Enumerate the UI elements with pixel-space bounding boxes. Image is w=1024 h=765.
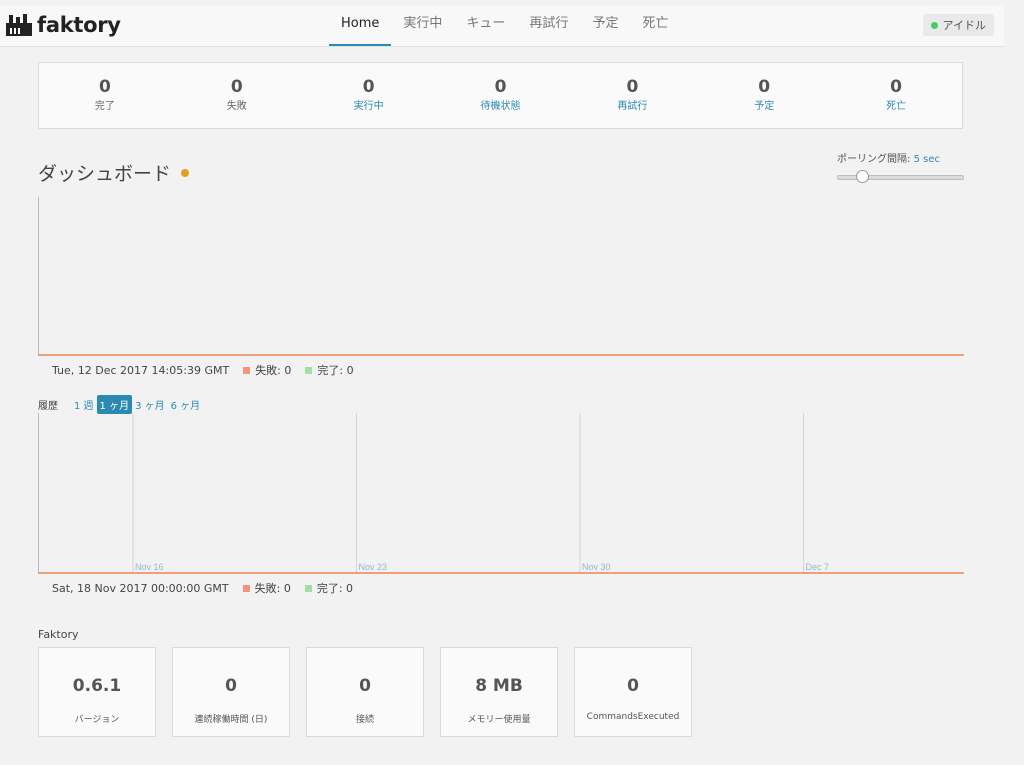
realtime-timestamp: Tue, 12 Dec 2017 14:05:39 GMT <box>52 363 230 377</box>
poll-interval-value: 5 sec <box>913 154 940 165</box>
summary-count: 0 <box>99 77 111 97</box>
history-timestamp: Sat, 18 Nov 2017 00:00:00 GMT <box>52 581 229 595</box>
stat-label: 接続 <box>355 715 374 725</box>
stat-label: CommandsExecuted <box>586 712 680 722</box>
summary-label[interactable]: 実行中 <box>303 100 435 113</box>
summary-label: 失敗 <box>226 101 247 112</box>
range-3-months-button[interactable]: 3 ヶ月 <box>132 395 168 414</box>
summary-count: 0 <box>494 77 507 97</box>
poll-interval: ポーリング間隔: 5 sec <box>837 150 965 185</box>
range-1-month-button[interactable]: 1 ヶ月 <box>96 395 133 414</box>
summary-failed: 0 失敗 <box>171 63 303 128</box>
status-dot-icon <box>930 21 938 29</box>
stat-version: 0.6.1 バージョン <box>38 647 156 737</box>
x-tick-label: Dec 7 <box>806 562 830 572</box>
status-text: アイドル <box>942 19 986 32</box>
realtime-processed: 完了: 0 <box>317 364 354 377</box>
x-tick-label: Nov 16 <box>135 562 164 572</box>
brand-home-link[interactable]: faktory <box>6 13 121 37</box>
summary-count: 0 <box>890 77 902 97</box>
stat-label: バージョン <box>74 715 120 725</box>
summary-scheduled[interactable]: 0 予定 <box>698 63 830 128</box>
summary-enqueued[interactable]: 0 待機状態 <box>435 63 567 128</box>
brand-name: faktory <box>37 13 121 37</box>
summary-count: 0 <box>758 77 771 97</box>
nav-busy[interactable]: 実行中 <box>391 5 454 46</box>
faktory-stats: 0.6.1 バージョン 0 連続稼働時間 (日) 0 接続 8 MB メモリー使… <box>38 647 708 737</box>
stat-commands: 0 CommandsExecuted <box>574 647 692 737</box>
stat-memory: 8 MB メモリー使用量 <box>440 647 558 737</box>
beacon-dot-icon <box>181 168 190 177</box>
summary-processed: 0 完了 <box>39 63 171 128</box>
summary-label[interactable]: 死亡 <box>830 100 962 113</box>
nav-home[interactable]: Home <box>329 5 392 46</box>
summary-label[interactable]: 待機状態 <box>435 100 567 113</box>
nav-dead[interactable]: 死亡 <box>630 5 680 46</box>
factory-logo-icon <box>6 14 32 36</box>
x-tick-label: Nov 23 <box>359 562 388 572</box>
range-6-months-button[interactable]: 6 ヶ月 <box>168 395 204 414</box>
main-nav: Home 実行中 キュー 再試行 予定 死亡 <box>329 5 680 46</box>
summary-label[interactable]: 予定 <box>698 100 830 113</box>
summary-retries[interactable]: 0 再試行 <box>566 63 698 128</box>
history-chart: Nov 16 Nov 23 Nov 30 Dec 7 <box>38 413 964 574</box>
x-tick-label: Nov 30 <box>582 562 611 572</box>
history-processed: 完了: 0 <box>316 582 354 595</box>
poll-interval-label: ポーリング間隔: 5 sec <box>837 150 965 165</box>
stat-value: 0 <box>225 676 237 696</box>
history-failed: 失敗: 0 <box>254 582 291 595</box>
status-badge: アイドル <box>922 14 994 36</box>
nav-scheduled[interactable]: 予定 <box>580 5 630 46</box>
page-title-text: ダッシュボード <box>38 163 172 185</box>
poll-interval-slider[interactable] <box>837 169 964 185</box>
summary-count: 0 <box>230 77 243 97</box>
summary-bar: 0 完了 0 失敗 0 実行中 0 待機状態 0 再試行 0 予定 0 死亡 <box>38 62 963 129</box>
summary-count: 0 <box>626 77 639 97</box>
failed-swatch-icon <box>243 366 251 374</box>
history-range-bar: 履歴 1 週 1 ヶ月 3 ヶ月 6 ヶ月 <box>38 395 203 414</box>
realtime-chart <box>38 197 964 356</box>
processed-swatch-icon <box>304 584 312 592</box>
stat-connections: 0 接続 <box>306 647 424 737</box>
history-legend: Sat, 18 Nov 2017 00:00:00 GMT 失敗: 0 完了: … <box>52 580 353 596</box>
stat-value: 0.6.1 <box>72 676 122 696</box>
stat-value: 8 MB <box>475 676 523 696</box>
page-title: ダッシュボード <box>38 159 190 186</box>
faktory-section-title: Faktory <box>38 628 79 641</box>
range-1-week-button[interactable]: 1 週 <box>71 395 97 414</box>
summary-dead[interactable]: 0 死亡 <box>830 63 962 128</box>
history-label: 履歴 <box>38 401 58 412</box>
processed-swatch-icon <box>305 366 313 374</box>
summary-count: 0 <box>362 77 375 97</box>
stat-value: 0 <box>627 676 639 696</box>
navbar: faktory Home 実行中 キュー 再試行 予定 死亡 アイドル <box>0 5 1004 47</box>
stat-uptime: 0 連続稼働時間 (日) <box>172 647 290 737</box>
realtime-failed: 失敗: 0 <box>255 364 292 377</box>
summary-label[interactable]: 再試行 <box>566 100 698 113</box>
stat-value: 0 <box>359 676 371 696</box>
poll-interval-text: ポーリング間隔: <box>837 154 911 165</box>
summary-label: 完了 <box>94 101 115 112</box>
summary-busy[interactable]: 0 実行中 <box>303 63 435 128</box>
nav-retries[interactable]: 再試行 <box>517 5 580 46</box>
nav-queues[interactable]: キュー <box>454 5 517 46</box>
slider-handle[interactable] <box>856 170 870 183</box>
stat-label: 連続稼働時間 (日) <box>194 715 268 725</box>
realtime-legend: Tue, 12 Dec 2017 14:05:39 GMT 失敗: 0 完了: … <box>52 362 354 378</box>
failed-swatch-icon <box>242 584 250 592</box>
stat-label: メモリー使用量 <box>467 715 531 725</box>
